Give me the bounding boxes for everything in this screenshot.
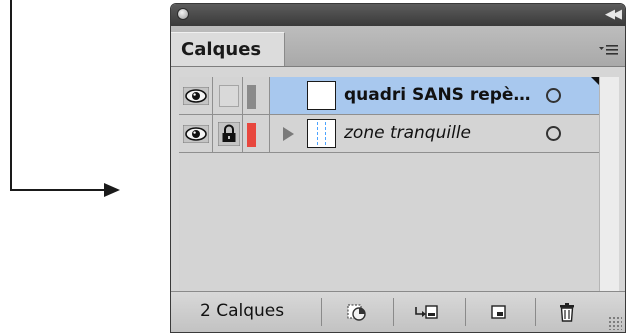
locate-object-button[interactable] (327, 298, 387, 326)
connector-arrow-head (104, 183, 120, 197)
tab-label: Calques (181, 39, 262, 60)
column-divider (269, 115, 270, 152)
connector-line-vertical (10, 0, 12, 190)
layer-thumbnail (307, 119, 336, 148)
lock-icon (218, 122, 240, 146)
new-layer-icon (491, 305, 506, 319)
target-circle-icon[interactable] (546, 88, 561, 103)
visibility-toggle[interactable] (179, 77, 213, 114)
tab-calques[interactable]: Calques (171, 32, 285, 66)
locate-object-icon (347, 304, 366, 321)
layer-row[interactable]: zone tranquille (179, 115, 599, 153)
layer-name[interactable]: zone tranquille (344, 123, 471, 143)
delete-layer-button[interactable] (537, 298, 597, 326)
layer-color-swatch (247, 123, 256, 147)
toolbar-divider (393, 298, 394, 326)
target-circle-icon[interactable] (546, 126, 561, 141)
panel-bottom-bar: 2 Calques (171, 291, 625, 332)
lock-empty-slot (219, 85, 239, 107)
connector-line-horizontal (10, 189, 106, 191)
eye-icon (183, 125, 209, 143)
layer-row[interactable]: quadri SANS repè… (179, 77, 599, 115)
collapse-icon[interactable]: ◀◀ (605, 7, 622, 23)
toolbar-divider (535, 298, 536, 326)
layers-scrollbar[interactable] (599, 77, 619, 291)
layer-count: 2 Calques (200, 301, 285, 321)
make-clipping-mask-button[interactable] (397, 298, 457, 326)
thumbnail-guide-lines (317, 122, 326, 145)
toolbar-divider (465, 298, 466, 326)
layers-panel: ◀◀ Calques quadri SANS repè… zone tranqu… (170, 3, 626, 333)
trash-icon (560, 303, 574, 322)
panel-menu-glyph (599, 45, 618, 55)
toolbar-divider (321, 298, 322, 326)
lock-toggle[interactable] (213, 115, 243, 152)
eye-icon (183, 87, 209, 105)
selection-corner-marker (591, 77, 599, 85)
layer-name[interactable]: quadri SANS repè… (344, 85, 530, 105)
layer-color-swatch (247, 85, 256, 109)
resize-grip-icon[interactable] (608, 316, 622, 330)
expand-arrow-icon[interactable] (283, 127, 294, 141)
new-layer-button[interactable] (469, 298, 529, 326)
layers-list: quadri SANS repè… zone tranquille (179, 77, 599, 291)
panel-menu-icon[interactable] (599, 44, 619, 59)
layer-thumbnail (307, 81, 336, 110)
make-clipping-mask-icon (415, 305, 438, 319)
visibility-toggle[interactable] (179, 115, 213, 152)
close-button[interactable] (177, 8, 189, 20)
panel-tabbar: Calques (171, 26, 625, 67)
lock-toggle[interactable] (213, 77, 243, 114)
panel-titlebar[interactable]: ◀◀ (171, 4, 625, 27)
